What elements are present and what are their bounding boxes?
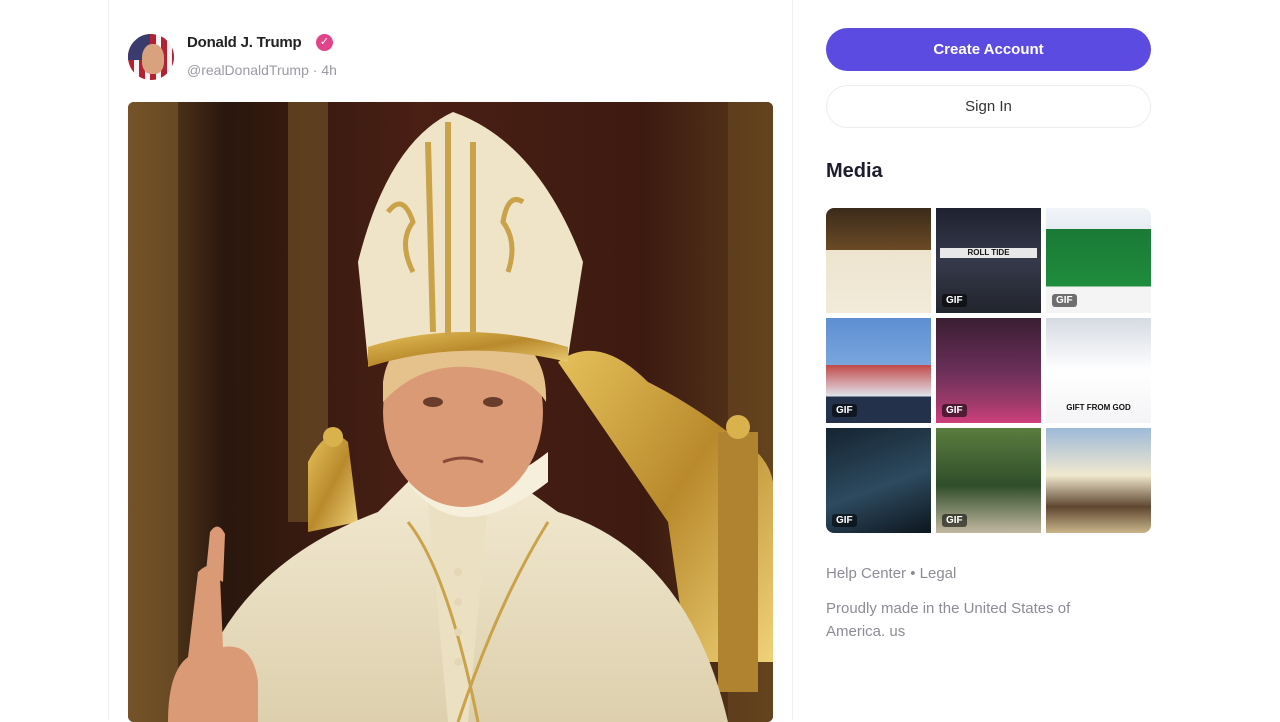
made-in-usa-text: Proudly made in the United States of Ame… [826,600,1071,640]
footer-bullet: • [910,565,916,582]
feed-left-border [108,0,109,720]
footer-links: Help Center • Legal [826,565,956,582]
legal-link[interactable]: Legal [920,565,957,582]
media-thumb-9[interactable] [1046,428,1151,533]
media-thumb-4[interactable]: GIF [826,318,931,423]
media-heading: Media [826,160,883,182]
gif-badge: GIF [942,404,967,417]
post-card: Donald J. Trump ✓ @realDonaldTrump · 4h [110,14,790,722]
media-thumb-2[interactable]: ROLL TIDE GIF [936,208,1041,313]
media-thumb-2-text: ROLL TIDE [940,248,1037,258]
author-avatar[interactable] [128,34,174,80]
gif-badge: GIF [942,294,967,307]
author-handle[interactable]: @realDonaldTrump [187,62,309,78]
media-thumb-5[interactable]: GIF [936,318,1041,423]
create-account-button[interactable]: Create Account [826,28,1151,71]
gif-badge: GIF [832,404,857,417]
media-thumb-8[interactable]: GIF [936,428,1041,533]
author-name[interactable]: Donald J. Trump [187,34,302,51]
media-thumb-7[interactable]: GIF [826,428,931,533]
media-thumb-1[interactable] [826,208,931,313]
sidebar: Create Account Sign In Media ROLL TIDE G… [826,0,1156,720]
media-grid: ROLL TIDE GIF GIF GIF GIF GIFT FROM GOD … [826,208,1151,533]
sign-in-button[interactable]: Sign In [826,85,1151,128]
media-thumb-6-text: GIFT FROM GOD [1066,403,1131,412]
meta-separator: · [312,62,318,78]
media-thumb-3[interactable]: GIF [1046,208,1151,313]
gif-badge: GIF [1052,294,1077,307]
gif-badge: GIF [832,514,857,527]
verified-badge-icon: ✓ [316,34,333,51]
post-image[interactable] [128,102,773,722]
feed-right-border [792,0,793,720]
help-center-link[interactable]: Help Center [826,565,906,582]
post-time[interactable]: 4h [321,62,337,78]
gif-badge: GIF [942,514,967,527]
post-meta: @realDonaldTrump · 4h [187,62,337,78]
media-thumb-6[interactable]: GIFT FROM GOD [1046,318,1151,423]
